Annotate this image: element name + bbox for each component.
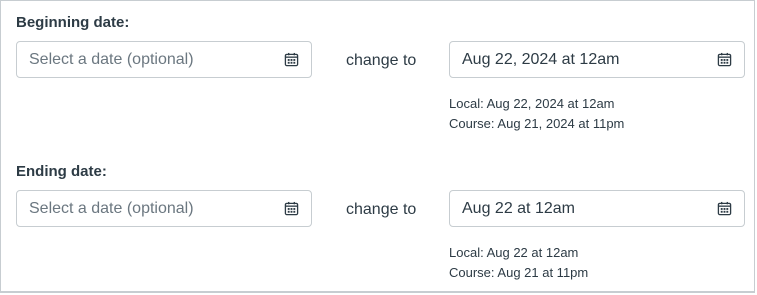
beginning-date-label: Beginning date: [16,14,130,31]
ending-timezone-info: Local: Aug 22 at 12am Course: Aug 21 at … [449,243,588,283]
beginning-timezone-info: Local: Aug 22, 2024 at 12am Course: Aug … [449,94,624,134]
calendar-icon[interactable] [717,201,732,216]
date-shift-panel: Beginning date: Select a date (optional)… [0,0,755,293]
calendar-icon[interactable] [284,52,299,67]
calendar-icon[interactable] [284,201,299,216]
beginning-local-time: Local: Aug 22, 2024 at 12am [449,96,615,111]
ending-course-time: Course: Aug 21 at 11pm [449,265,589,280]
beginning-new-date-input[interactable]: Aug 22, 2024 at 12am [449,41,745,78]
ending-date-placeholder: Select a date (optional) [29,199,194,217]
beginning-course-time: Course: Aug 21, 2024 at 11pm [449,116,625,131]
beginning-date-placeholder: Select a date (optional) [29,50,194,68]
beginning-new-date-value: Aug 22, 2024 at 12am [462,50,620,68]
ending-new-date-value: Aug 22 at 12am [462,199,575,217]
ending-new-date-input[interactable]: Aug 22 at 12am [449,190,745,227]
ending-change-to-text: change to [346,201,417,218]
ending-date-input[interactable]: Select a date (optional) [16,190,312,227]
ending-date-label: Ending date: [16,163,107,180]
beginning-change-to-text: change to [346,52,417,69]
ending-local-time: Local: Aug 22 at 12am [449,245,579,260]
calendar-icon[interactable] [717,52,732,67]
beginning-date-input[interactable]: Select a date (optional) [16,41,312,78]
